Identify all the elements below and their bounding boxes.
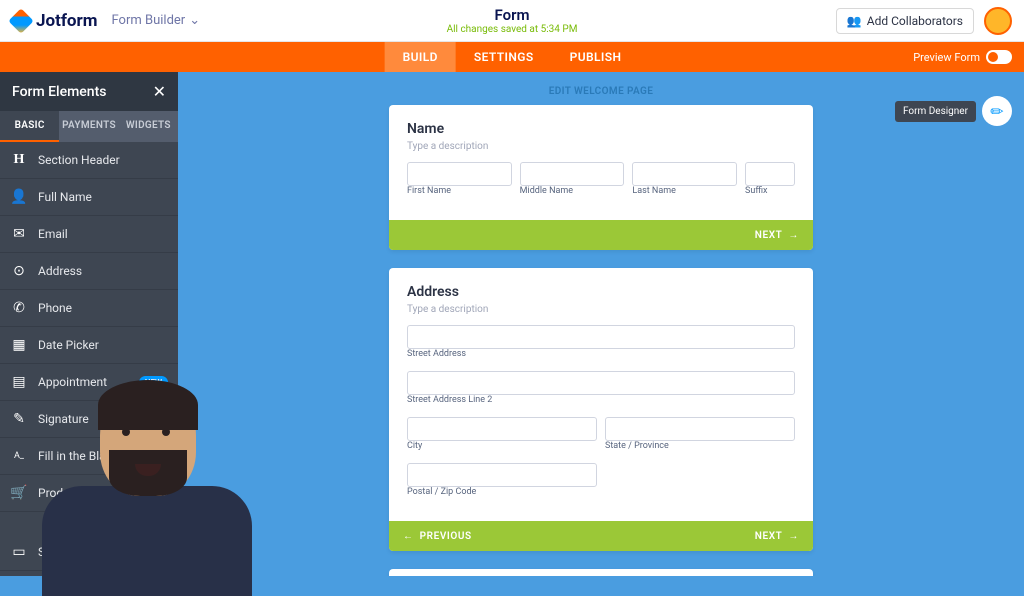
- short-text-icon: ▭: [10, 543, 28, 561]
- form-builder-dropdown[interactable]: Form Builder ⌄: [111, 13, 200, 28]
- chevron-down-icon: ⌄: [189, 13, 200, 28]
- next-button[interactable]: NEXT→: [755, 531, 799, 542]
- presenter-overlay: [30, 376, 260, 576]
- sidebar-tab-payments[interactable]: PAYMENTS: [59, 111, 118, 142]
- sidebar-tab-widgets[interactable]: WIDGETS: [119, 111, 178, 142]
- pin-icon: ⊙: [10, 262, 28, 280]
- postal-input[interactable]: [407, 463, 597, 487]
- calendar-icon: ▤: [10, 373, 28, 391]
- user-icon: 👤: [10, 188, 28, 206]
- question-description[interactable]: Type a description: [407, 141, 795, 152]
- signature-icon: ✎: [10, 410, 28, 428]
- element-phone[interactable]: ✆Phone: [0, 290, 178, 327]
- state-input[interactable]: [605, 417, 795, 441]
- mail-icon: ✉: [10, 225, 28, 243]
- brand-logo[interactable]: Jotform: [12, 11, 97, 31]
- tab-publish[interactable]: PUBLISH: [552, 42, 640, 72]
- previous-button[interactable]: ←PREVIOUS: [403, 531, 472, 542]
- arrow-left-icon: ←: [403, 531, 414, 542]
- form-canvas: EDIT WELCOME PAGE Name Type a descriptio…: [178, 72, 1024, 576]
- form-designer-button[interactable]: ✏: [982, 96, 1012, 126]
- save-status: All changes saved at 5:34 PM: [447, 24, 578, 35]
- preview-form-toggle[interactable]: Preview Form: [913, 50, 1012, 64]
- form-designer-tooltip: Form Designer: [895, 101, 976, 122]
- next-button[interactable]: NEXT→: [755, 230, 799, 241]
- blank-icon: A_: [10, 447, 28, 465]
- paint-roller-icon: ✏: [990, 102, 1003, 121]
- toggle-icon: [986, 50, 1012, 64]
- question-description[interactable]: Type a description: [407, 304, 795, 315]
- element-address[interactable]: ⊙Address: [0, 253, 178, 290]
- logo-mark-icon: [8, 8, 33, 33]
- collaborators-icon: 👥: [847, 14, 862, 28]
- card-name[interactable]: Name Type a description First Name Middl…: [389, 105, 813, 250]
- brand-name: Jotform: [36, 11, 97, 31]
- heading-icon: H: [10, 151, 28, 169]
- date-icon: ▦: [10, 336, 28, 354]
- street-input[interactable]: [407, 325, 795, 349]
- sidebar-title: Form Elements: [12, 84, 106, 100]
- user-avatar[interactable]: [984, 7, 1012, 35]
- card-footer: NEXT→: [389, 220, 813, 250]
- question-label[interactable]: Address: [407, 284, 795, 300]
- suffix-input[interactable]: [745, 162, 795, 186]
- element-email[interactable]: ✉Email: [0, 216, 178, 253]
- form-title[interactable]: Form: [447, 6, 578, 24]
- close-icon[interactable]: ✕: [153, 82, 166, 101]
- card-footer: ←PREVIOUS NEXT→: [389, 521, 813, 551]
- arrow-right-icon: →: [788, 230, 799, 241]
- cart-icon: 🛒: [10, 484, 28, 502]
- middle-name-input[interactable]: [520, 162, 625, 186]
- element-date-picker[interactable]: ▦Date Picker: [0, 327, 178, 364]
- element-section-header[interactable]: HSection Header: [0, 142, 178, 179]
- arrow-right-icon: →: [788, 531, 799, 542]
- first-name-input[interactable]: [407, 162, 512, 186]
- card-address[interactable]: Address Type a description Street Addres…: [389, 268, 813, 551]
- element-full-name[interactable]: 👤Full Name: [0, 179, 178, 216]
- question-label[interactable]: Name: [407, 121, 795, 137]
- street2-input[interactable]: [407, 371, 795, 395]
- main-tab-bar: BUILD SETTINGS PUBLISH Preview Form: [0, 42, 1024, 72]
- card-phone[interactable]: Phone Number Type a description: [389, 569, 813, 576]
- sidebar-tab-basic[interactable]: BASIC: [0, 111, 59, 142]
- phone-icon: ✆: [10, 299, 28, 317]
- tab-settings[interactable]: SETTINGS: [456, 42, 552, 72]
- city-input[interactable]: [407, 417, 597, 441]
- tab-build[interactable]: BUILD: [385, 42, 456, 72]
- last-name-input[interactable]: [632, 162, 737, 186]
- add-collaborators-button[interactable]: 👥 Add Collaborators: [836, 8, 974, 34]
- top-bar: Jotform Form Builder ⌄ Form All changes …: [0, 0, 1024, 42]
